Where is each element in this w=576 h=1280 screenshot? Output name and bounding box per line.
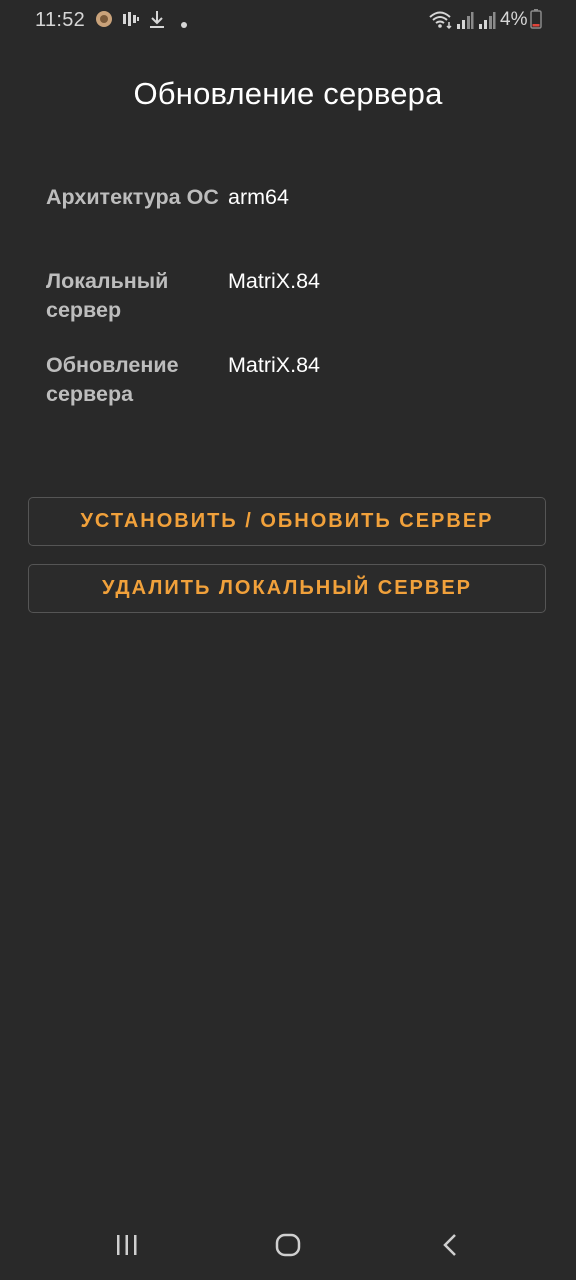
info-value: arm64 <box>228 185 289 209</box>
status-time: 11:52 <box>35 9 86 31</box>
nav-bar <box>0 1216 576 1280</box>
home-icon[interactable] <box>273 1230 303 1265</box>
signal-icon <box>456 10 474 35</box>
status-bar: 11:52 4% <box>0 0 576 40</box>
info-label: Локальный сервер <box>46 269 169 322</box>
info-label: Обновление сервера <box>46 353 179 406</box>
battery-percent: 4% <box>500 9 528 30</box>
screen: 11:52 4% Обновление сервера Архитектура … <box>0 0 576 1280</box>
dot-icon <box>180 16 188 34</box>
app-notification-icon <box>95 10 113 33</box>
info-value: MatriX.84 <box>228 269 321 293</box>
remove-local-server-button[interactable]: УДАЛИТЬ ЛОКАЛЬНЫЙ СЕРВЕР <box>28 564 546 613</box>
wifi-icon <box>428 10 454 35</box>
page-title: Обновление сервера <box>133 76 443 111</box>
recent-apps-icon[interactable] <box>114 1230 140 1265</box>
battery-icon <box>530 9 542 34</box>
install-update-server-button[interactable]: УСТАНОВИТЬ / ОБНОВИТЬ СЕРВЕР <box>28 497 546 546</box>
info-value: MatriX.84 <box>228 353 321 377</box>
signal-icon <box>478 10 496 35</box>
back-icon[interactable] <box>438 1230 464 1265</box>
voicemail-icon <box>122 10 140 33</box>
download-icon <box>149 10 165 35</box>
info-label: Архитектура ОС <box>46 185 219 209</box>
